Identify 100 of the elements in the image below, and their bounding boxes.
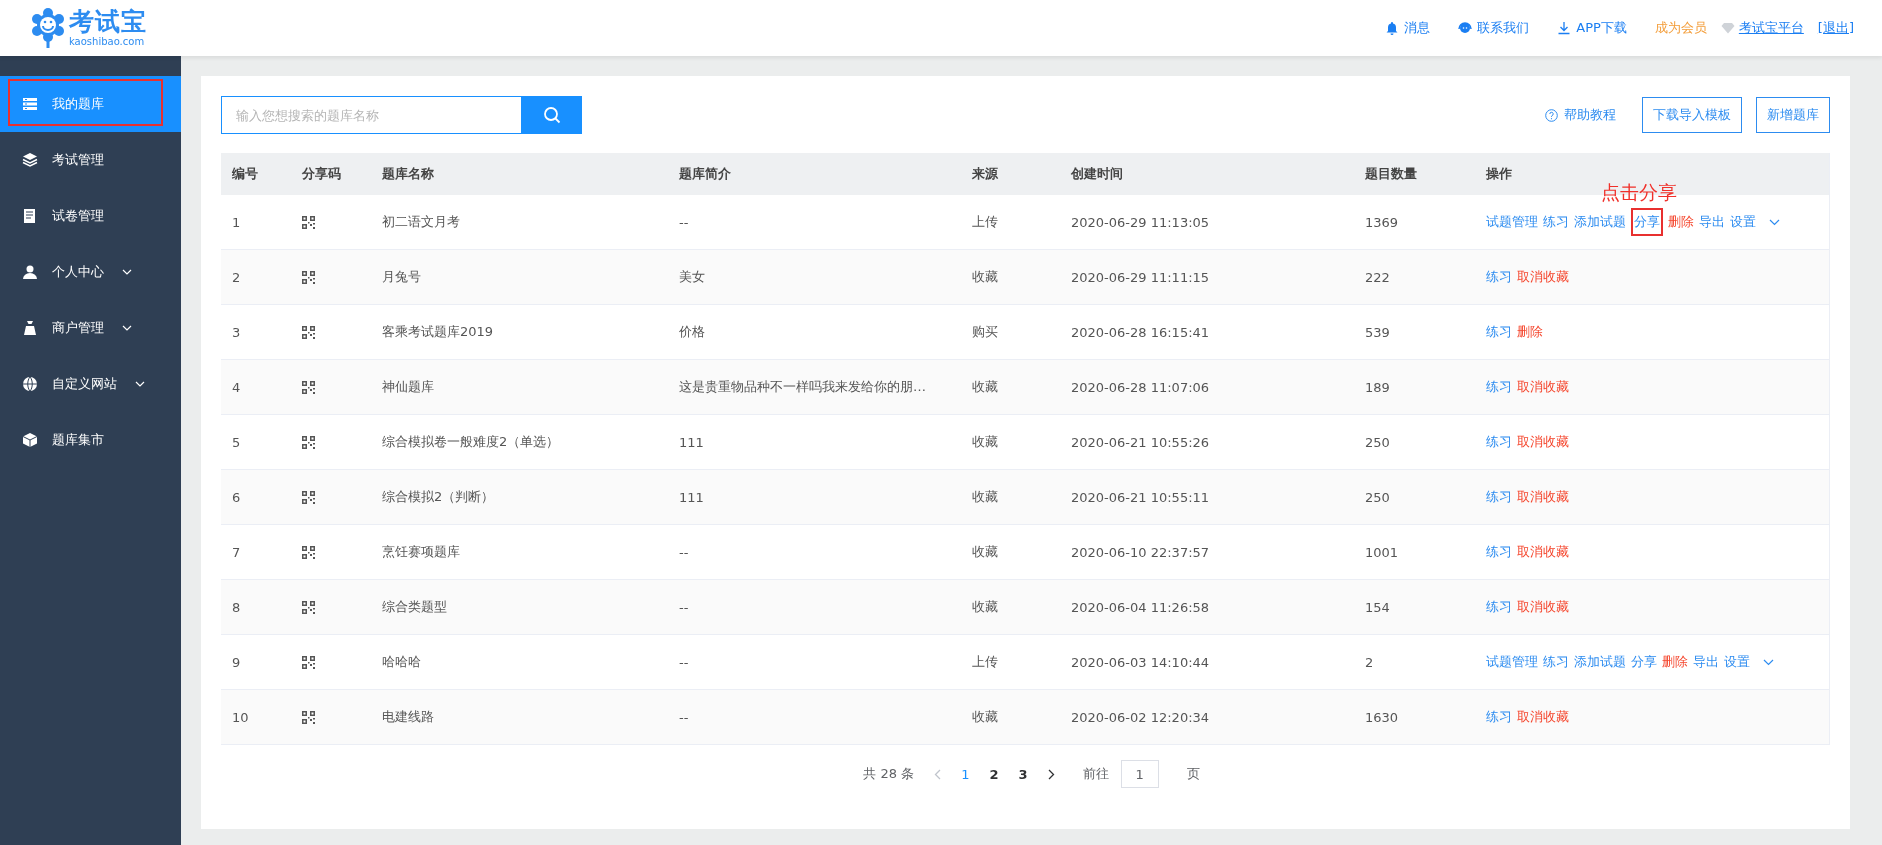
sidebar-item[interactable]: 商户管理 — [0, 300, 181, 356]
action-link[interactable]: 分享 — [1631, 208, 1663, 236]
action-link[interactable]: 取消收藏 — [1517, 378, 1569, 396]
table-cell-text: 10 — [231, 709, 250, 725]
layers-icon — [22, 152, 38, 168]
table-cell-text: 价格 — [678, 323, 706, 341]
table-cell-text: 烹饪赛项题库 — [381, 543, 461, 561]
table-cell-text: 250 — [1364, 434, 1391, 450]
action-link[interactable]: 试题管理 — [1486, 213, 1538, 231]
action-link[interactable]: 取消收藏 — [1517, 708, 1569, 726]
action-link[interactable]: 删除 — [1662, 653, 1688, 671]
action-link[interactable]: 练习 — [1486, 323, 1512, 341]
table-cell-text: 7 — [231, 544, 242, 560]
column-header: 来源 — [971, 165, 999, 183]
table-cell-text: 初二语文月考 — [381, 213, 461, 231]
sidebar-item[interactable]: 个人中心 — [0, 244, 181, 300]
search-button[interactable] — [522, 96, 582, 134]
table-cell-text: 3 — [231, 324, 242, 340]
nav-link[interactable]: APP下载 — [1557, 19, 1627, 37]
action-link[interactable]: 练习 — [1486, 598, 1512, 616]
action-link[interactable]: 分享 — [1631, 653, 1657, 671]
action-link[interactable]: 取消收藏 — [1517, 268, 1569, 286]
table-cell-text: 2020-06-02 12:20:34 — [1070, 709, 1211, 725]
table-cell-text: 1369 — [1364, 214, 1400, 230]
table-cell-text: 250 — [1364, 489, 1391, 505]
action-link[interactable]: 试题管理 — [1486, 653, 1538, 671]
qr-code-icon — [302, 325, 315, 339]
action-link[interactable]: 练习 — [1543, 653, 1569, 671]
qr-code-icon — [302, 215, 315, 229]
goto-label: 前往 — [1082, 765, 1109, 783]
table-cell-text: 2 — [1364, 654, 1375, 670]
action-link[interactable]: 设置 — [1724, 653, 1750, 671]
table-cell-text: 2 — [231, 269, 242, 285]
nav-link[interactable]: 考试宝平台 — [1720, 19, 1804, 37]
table-cell-text: 这是贵重物品种不一样吗我来发给你的朋… — [678, 378, 927, 396]
qr-code-icon — [302, 270, 315, 284]
table-cell-text: 111 — [678, 434, 705, 450]
action-link[interactable]: 删除 — [1668, 213, 1694, 231]
action-link[interactable]: 练习 — [1486, 268, 1512, 286]
chevron-left-icon — [934, 768, 942, 780]
table-cell-text: 4 — [231, 379, 242, 395]
nav-link[interactable]: 成为会员 — [1654, 19, 1707, 37]
action-link[interactable]: 练习 — [1543, 213, 1569, 231]
table-cell-text: 综合模拟卷一般难度2（单选） — [381, 433, 561, 451]
logo-wordmark: 考试宝 — [69, 9, 147, 34]
table-cell-text: 综合类题型 — [381, 598, 448, 616]
nav-link[interactable]: [退出] — [1817, 19, 1854, 37]
action-link[interactable]: 取消收藏 — [1517, 598, 1569, 616]
table-cell-text: 收藏 — [971, 488, 999, 506]
sidebar-item[interactable]: 自定义网站 — [0, 356, 181, 412]
total-count: 共 28 条 — [863, 765, 915, 783]
table-cell-text: 2020-06-28 16:15:41 — [1070, 324, 1211, 340]
table-cell-text: 收藏 — [971, 598, 999, 616]
page-number[interactable]: 2 — [989, 766, 999, 782]
qr-code-icon — [302, 545, 315, 559]
table-cell-text: 上传 — [971, 213, 999, 231]
sidebar-item[interactable]: 题库集市 — [0, 412, 181, 468]
table-cell-text: 154 — [1364, 599, 1391, 615]
sidebar-item[interactable]: 考试管理 — [0, 132, 181, 188]
download-icon — [1557, 21, 1572, 35]
action-link[interactable]: 添加试题 — [1574, 653, 1626, 671]
action-link[interactable]: 添加试题 — [1574, 213, 1626, 231]
user-icon — [22, 264, 38, 280]
table-cell-text: 2020-06-10 22:37:57 — [1070, 544, 1211, 560]
action-link[interactable]: 取消收藏 — [1517, 433, 1569, 451]
column-header: 题库名称 — [381, 165, 435, 183]
action-link[interactable]: 练习 — [1486, 708, 1512, 726]
page-number[interactable]: 1 — [961, 766, 970, 782]
action-link[interactable]: 设置 — [1730, 213, 1756, 231]
toolbar-button[interactable]: 新增题库 — [1756, 97, 1830, 133]
table-cell-text: -- — [678, 599, 690, 615]
globe-icon — [22, 376, 38, 392]
action-link[interactable]: 练习 — [1486, 543, 1512, 561]
column-header: 题目数量 — [1364, 165, 1418, 183]
action-link[interactable]: 删除 — [1517, 323, 1543, 341]
table-cell-text: 收藏 — [971, 708, 999, 726]
table-cell-text: 1001 — [1364, 544, 1400, 560]
action-link[interactable]: 练习 — [1486, 488, 1512, 506]
action-link[interactable]: 导出 — [1693, 653, 1719, 671]
nav-link[interactable]: 消息 — [1385, 19, 1431, 37]
search-field[interactable]: 输入您想搜索的题库名称 — [221, 96, 522, 134]
action-link[interactable]: 练习 — [1486, 433, 1512, 451]
table-cell-text: 222 — [1364, 269, 1391, 285]
column-header: 题库简介 — [678, 165, 732, 183]
table-cell-text: 客乘考试题库2019 — [381, 323, 495, 341]
action-link[interactable]: 练习 — [1486, 378, 1512, 396]
cube-icon — [22, 432, 38, 448]
page-input[interactable]: 1 — [1120, 760, 1159, 788]
action-link[interactable]: 取消收藏 — [1517, 543, 1569, 561]
sidebar-item[interactable]: 我的题库 — [0, 76, 181, 132]
nav-link[interactable]: 联系我们 — [1458, 19, 1530, 37]
qr-code-icon — [302, 655, 315, 669]
table-cell-text: 电建线路 — [381, 708, 435, 726]
sidebar-item[interactable]: 试卷管理 — [0, 188, 181, 244]
action-link[interactable]: 导出 — [1699, 213, 1725, 231]
toolbar-button[interactable]: 下载导入模板 — [1642, 97, 1742, 133]
page-number[interactable]: 3 — [1018, 766, 1028, 782]
help-link[interactable]: 帮助教程 — [1545, 106, 1616, 124]
action-link[interactable]: 取消收藏 — [1517, 488, 1569, 506]
table-cell-text: -- — [678, 709, 690, 725]
